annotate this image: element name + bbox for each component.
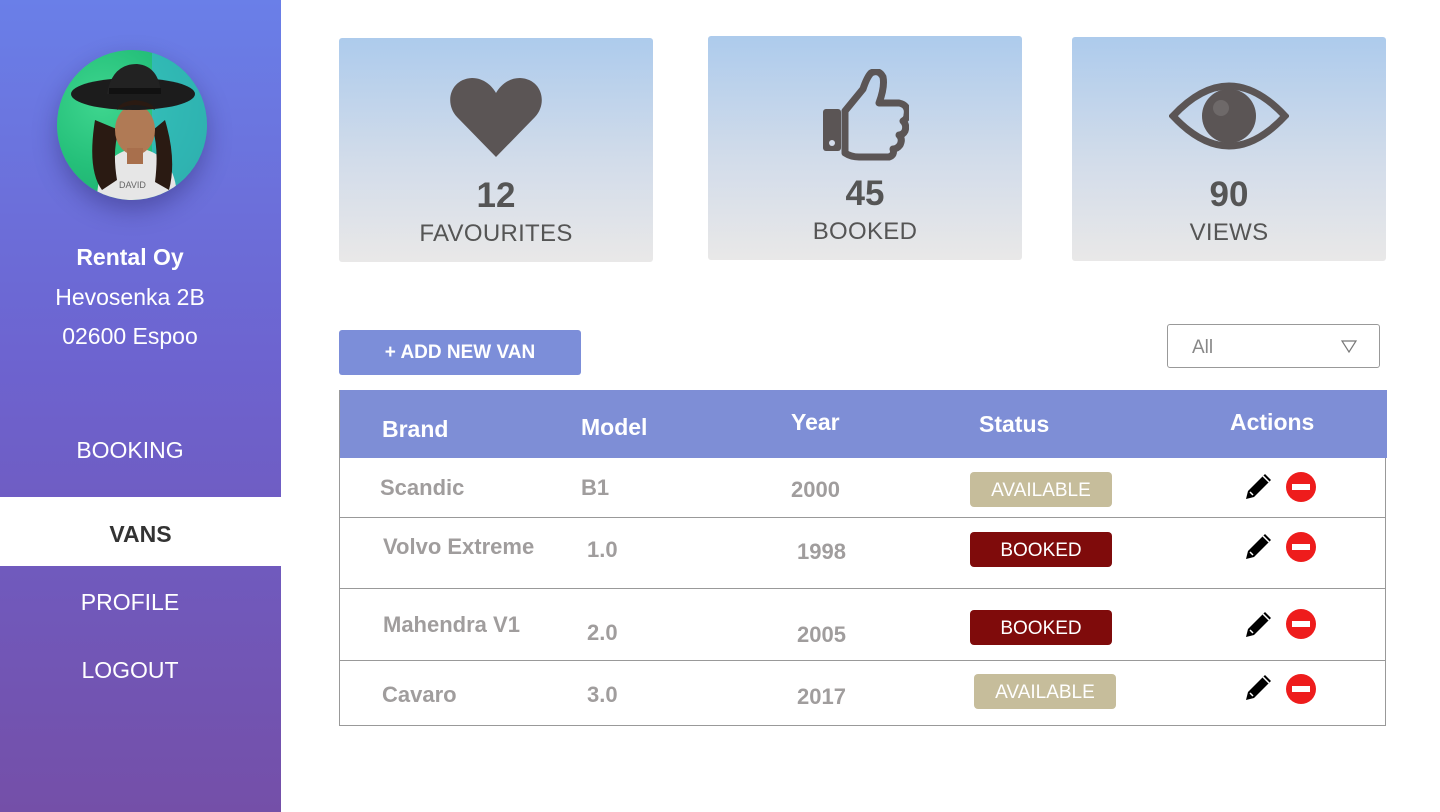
delete-remove-icon[interactable] (1285, 471, 1317, 503)
thumbs-up-icon (708, 60, 1022, 170)
edit-pencil-icon[interactable] (1243, 608, 1275, 640)
views-count: 90 (1209, 175, 1249, 214)
cell-model: 1.0 (587, 537, 618, 562)
heart-icon (339, 62, 653, 172)
cell-year: 2005 (797, 622, 846, 647)
status-badge: BOOKED (970, 532, 1112, 567)
stat-card-favourites: 12 FAVOURITES (339, 38, 653, 262)
delete-remove-icon[interactable] (1285, 673, 1317, 705)
table-row[interactable]: Volvo Extreme 1.0 1998 BOOKED (340, 518, 1386, 589)
table-row[interactable]: Mahendra V1 2.0 2005 BOOKED (340, 589, 1386, 661)
column-header-year[interactable]: Year (791, 409, 840, 436)
booked-count: 45 (845, 174, 885, 213)
edit-pencil-icon[interactable] (1243, 530, 1275, 562)
favourites-label: FAVOURITES (419, 220, 573, 247)
svg-text:DAVID: DAVID (119, 180, 146, 190)
nav-item-logout[interactable]: LOGOUT (0, 657, 260, 684)
cell-year: 2017 (797, 684, 846, 709)
cell-brand: Cavaro (382, 682, 457, 707)
vans-table: Brand Model Year Status Actions Scandic … (339, 390, 1387, 726)
column-header-brand[interactable]: Brand (382, 416, 448, 443)
column-header-actions: Actions (1230, 409, 1315, 435)
delete-remove-icon[interactable] (1285, 531, 1317, 563)
cell-brand: Scandic (380, 475, 465, 500)
delete-remove-icon[interactable] (1285, 608, 1317, 640)
booked-label: BOOKED (812, 218, 918, 245)
status-filter-select[interactable]: All (1167, 324, 1380, 368)
cell-year: 1998 (797, 539, 846, 564)
status-badge: AVAILABLE (970, 472, 1112, 507)
cell-year: 2000 (791, 477, 840, 502)
filter-value: All (1192, 337, 1214, 358)
favourites-count: 12 (476, 176, 516, 215)
column-header-status[interactable]: Status (979, 411, 1049, 438)
company-address-line1: Hevosenka 2B (55, 284, 205, 310)
nav-item-vans[interactable]: VANS (0, 497, 281, 566)
column-header-model[interactable]: Model (581, 414, 647, 441)
status-badge: AVAILABLE (974, 674, 1116, 709)
table-header: Brand Model Year Status Actions (340, 390, 1387, 458)
add-new-van-button[interactable]: + ADD NEW VAN (339, 330, 581, 375)
stat-card-booked: 45 BOOKED (708, 36, 1022, 260)
table-row[interactable]: Scandic B1 2000 AVAILABLE (340, 458, 1386, 518)
company-name: Rental Oy (76, 244, 184, 270)
avatar[interactable]: DAVID (57, 50, 207, 200)
stat-card-views: 90 VIEWS (1072, 37, 1386, 261)
avatar-photo: DAVID (71, 50, 207, 200)
cell-brand: Mahendra V1 (383, 612, 520, 637)
edit-pencil-icon[interactable] (1243, 671, 1275, 703)
nav-item-profile[interactable]: PROFILE (0, 589, 260, 616)
table-row[interactable]: Cavaro 3.0 2017 AVAILABLE (340, 661, 1386, 726)
company-address-line2: 02600 Espoo (62, 323, 198, 349)
eye-icon (1072, 61, 1386, 171)
chevron-down-icon (1341, 340, 1357, 353)
nav-item-booking[interactable]: BOOKING (0, 437, 260, 464)
status-badge: BOOKED (970, 610, 1112, 645)
cell-brand: Volvo Extreme (383, 534, 535, 559)
cell-model: B1 (581, 475, 610, 500)
views-label: VIEWS (1189, 219, 1269, 246)
cell-model: 3.0 (587, 682, 618, 707)
sidebar: DAVID Rental Oy Hevosenka 2B 02600 Espoo… (0, 0, 281, 812)
cell-model: 2.0 (587, 620, 618, 645)
edit-pencil-icon[interactable] (1243, 470, 1275, 502)
